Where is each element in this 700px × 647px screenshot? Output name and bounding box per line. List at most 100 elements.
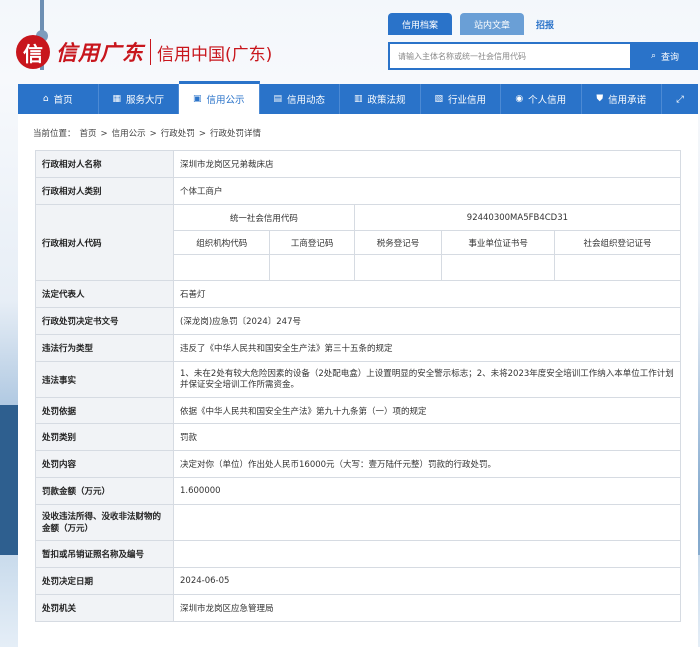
basis-label: 处罚依据: [35, 397, 174, 424]
service-icon: ▦: [112, 94, 121, 104]
code-label: 行政相对人代码: [35, 204, 174, 281]
tab-extra[interactable]: 招报: [532, 13, 558, 35]
logo-brand-cn: 信用广东: [56, 41, 144, 65]
doc-label: 行政处罚决定书文号: [35, 307, 174, 335]
nav-item-label: 信用动态: [287, 95, 326, 106]
search-bar: 请输入主体名称或统一社会信用代码 ⌕ 查询: [388, 42, 698, 70]
logo-divider: [150, 39, 151, 65]
confiscation-label: 没收违法所得、没收非法财物的金额（万元）: [35, 504, 174, 541]
revoke-label: 暂扣或吊销证照名称及编号: [35, 540, 174, 568]
confiscation-value: [173, 504, 681, 541]
biz-reg-value: [269, 254, 355, 281]
table-row: 行政相对人类别 个体工商户: [35, 177, 681, 205]
table-row: 违法事实 1、未在2处有较大危险因素的设备（2处配电盒）上设置明显的安全警示标志；…: [35, 361, 681, 398]
revoke-value: [173, 540, 681, 568]
rep-value: 石善灯: [173, 280, 681, 308]
nav-item-service-hall[interactable]: ▦ 服务大厅: [99, 84, 179, 114]
industry-icon: ▧: [434, 94, 443, 104]
main-nav: ⌂ 首页 ▦ 服务大厅 ▣ 信用公示 ▤ 信用动态 ▥ 政策法规 ▧ 行业信用 ◉ 个人信用 …: [18, 81, 698, 114]
social-org-value: [554, 254, 681, 281]
inst-cert-label: 事业单位证书号: [441, 230, 556, 255]
nav-item-label: 行业信用: [448, 95, 487, 106]
breadcrumb-credit-publicity[interactable]: 信用公示: [112, 129, 146, 139]
site-logo[interactable]: 信 信用广东 信用中国(广东): [16, 32, 272, 72]
authority-label: 处罚机关: [35, 594, 174, 622]
biz-reg-label: 工商登记码: [269, 230, 355, 255]
social-org-label: 社会组织登记证号: [554, 230, 681, 255]
table-row: 行政处罚决定书文号 (深龙岗)应急罚〔2024〕247号: [35, 307, 681, 335]
nav-item-commitment[interactable]: ⛊ 信用承诺: [582, 84, 662, 114]
table-row: 处罚机关 深圳市龙岗区应急管理局: [35, 594, 681, 622]
uscc-label: 统一社会信用代码: [173, 204, 355, 231]
nav-item-personal[interactable]: ◉ 个人信用: [501, 84, 582, 114]
table-row: 暂扣或吊销证照名称及编号: [35, 540, 681, 568]
tax-reg-value: [353, 254, 443, 281]
nav-item-label: 首页: [53, 95, 73, 106]
nav-item-label: 信用承诺: [608, 95, 647, 106]
table-row: 没收违法所得、没收非法财物的金额（万元）: [35, 504, 681, 541]
bulletin-icon: ▣: [192, 94, 202, 104]
amount-value: 1.600000: [173, 477, 681, 505]
table-row: 处罚内容 决定对你（单位）作出处人民币16000元（大写：壹万陆仟元整）罚款的行政…: [35, 450, 681, 478]
breadcrumb-home[interactable]: 首页: [80, 129, 97, 139]
content-label: 处罚内容: [35, 450, 174, 478]
nav-item-label: 个人信用: [528, 95, 567, 106]
uscc-value: 92440300MA5FB4CD31: [353, 204, 682, 231]
category-value: 罚款: [173, 423, 681, 451]
nav-item-home[interactable]: ⌂ 首页: [18, 84, 99, 114]
type-label: 行政相对人类别: [35, 177, 174, 205]
search-icon: ⌕: [650, 51, 657, 61]
org-code-label: 组织机构代码: [172, 230, 271, 255]
table-row: 处罚依据 依据《中华人民共和国安全生产法》第九十九条第（一）项的规定: [35, 397, 681, 424]
date-value: 2024-06-05: [173, 567, 681, 595]
detail-panel: 行政相对人名称 深圳市龙岗区兄弟裁床店 行政相对人类别 个体工商户 行政相对人代码统…: [18, 142, 698, 647]
org-code-value: [172, 254, 271, 281]
basis-value: 依据《中华人民共和国安全生产法》第九十九条第（一）项的规定: [173, 397, 681, 424]
date-label: 处罚决定日期: [35, 567, 174, 595]
search-scope-tabs: 信用档案 站内文章 招报: [388, 13, 566, 35]
expand-icon: ⤢: [676, 93, 684, 105]
amount-label: 罚款金额（万元）: [35, 477, 174, 505]
table-row: 行政相对人代码 统一社会信用代码 92440300MA5FB4CD31: [35, 204, 682, 281]
nav-item-label: 服务大厅: [126, 95, 165, 106]
person-icon: ◉: [515, 94, 524, 104]
building-silhouette: [0, 405, 18, 555]
nav-item-credit-publicity[interactable]: ▣ 信用公示: [179, 81, 260, 114]
breadcrumb-sep: >: [100, 129, 108, 139]
tax-reg-label: 税务登记号: [353, 230, 443, 255]
shield-icon: ⛊: [596, 94, 604, 104]
nav-item-label: 信用公示: [206, 95, 245, 106]
home-icon: ⌂: [42, 94, 49, 104]
breadcrumb-penalty[interactable]: 行政处罚: [161, 129, 195, 139]
nav-item-label: 政策法规: [367, 95, 406, 106]
table-row: 处罚类别 罚款: [35, 423, 681, 451]
nav-item-policy[interactable]: ▥ 政策法规: [340, 84, 421, 114]
table-row: 罚款金额（万元） 1.600000: [35, 477, 681, 505]
search-button[interactable]: ⌕ 查询: [632, 42, 698, 70]
category-label: 处罚类别: [35, 423, 174, 451]
facts-label: 违法事实: [35, 361, 174, 398]
nav-item-credit-news[interactable]: ▤ 信用动态: [260, 84, 340, 114]
name-value: 深圳市龙岗区兄弟裁床店: [173, 150, 681, 178]
viol-type-value: 违反了《中华人民共和国安全生产法》第三十五条的规定: [173, 334, 681, 362]
table-row: 违法行为类型 违反了《中华人民共和国安全生产法》第三十五条的规定: [35, 334, 681, 362]
breadcrumb-sep: >: [198, 129, 206, 139]
facts-value: 1、未在2处有较大危险因素的设备（2处配电盒）上设置明显的安全警示标志；2、未将…: [173, 361, 681, 398]
type-value: 个体工商户: [173, 177, 681, 205]
tab-site-articles[interactable]: 站内文章: [460, 13, 525, 35]
logo-brand-name: 信用中国(广东): [157, 44, 273, 65]
breadcrumb-sep: >: [149, 129, 157, 139]
content-value: 决定对你（单位）作出处人民币16000元（大写：壹万陆仟元整）罚款的行政处罚。: [173, 450, 681, 478]
logo-mark-icon: 信: [16, 35, 50, 69]
name-label: 行政相对人名称: [35, 150, 174, 178]
breadcrumb-current: 行政处罚详情: [209, 129, 261, 139]
authority-value: 深圳市龙岗区应急管理局: [173, 594, 681, 622]
expand-button[interactable]: ⤢: [662, 84, 698, 114]
search-button-label: 查询: [661, 52, 680, 63]
search-input[interactable]: 请输入主体名称或统一社会信用代码: [388, 42, 632, 70]
rep-label: 法定代表人: [35, 280, 174, 308]
table-row: 法定代表人 石善灯: [35, 280, 681, 308]
doc-value: (深龙岗)应急罚〔2024〕247号: [173, 307, 681, 335]
tab-credit-archive[interactable]: 信用档案: [388, 13, 453, 35]
nav-item-industry[interactable]: ▧ 行业信用: [421, 84, 501, 114]
